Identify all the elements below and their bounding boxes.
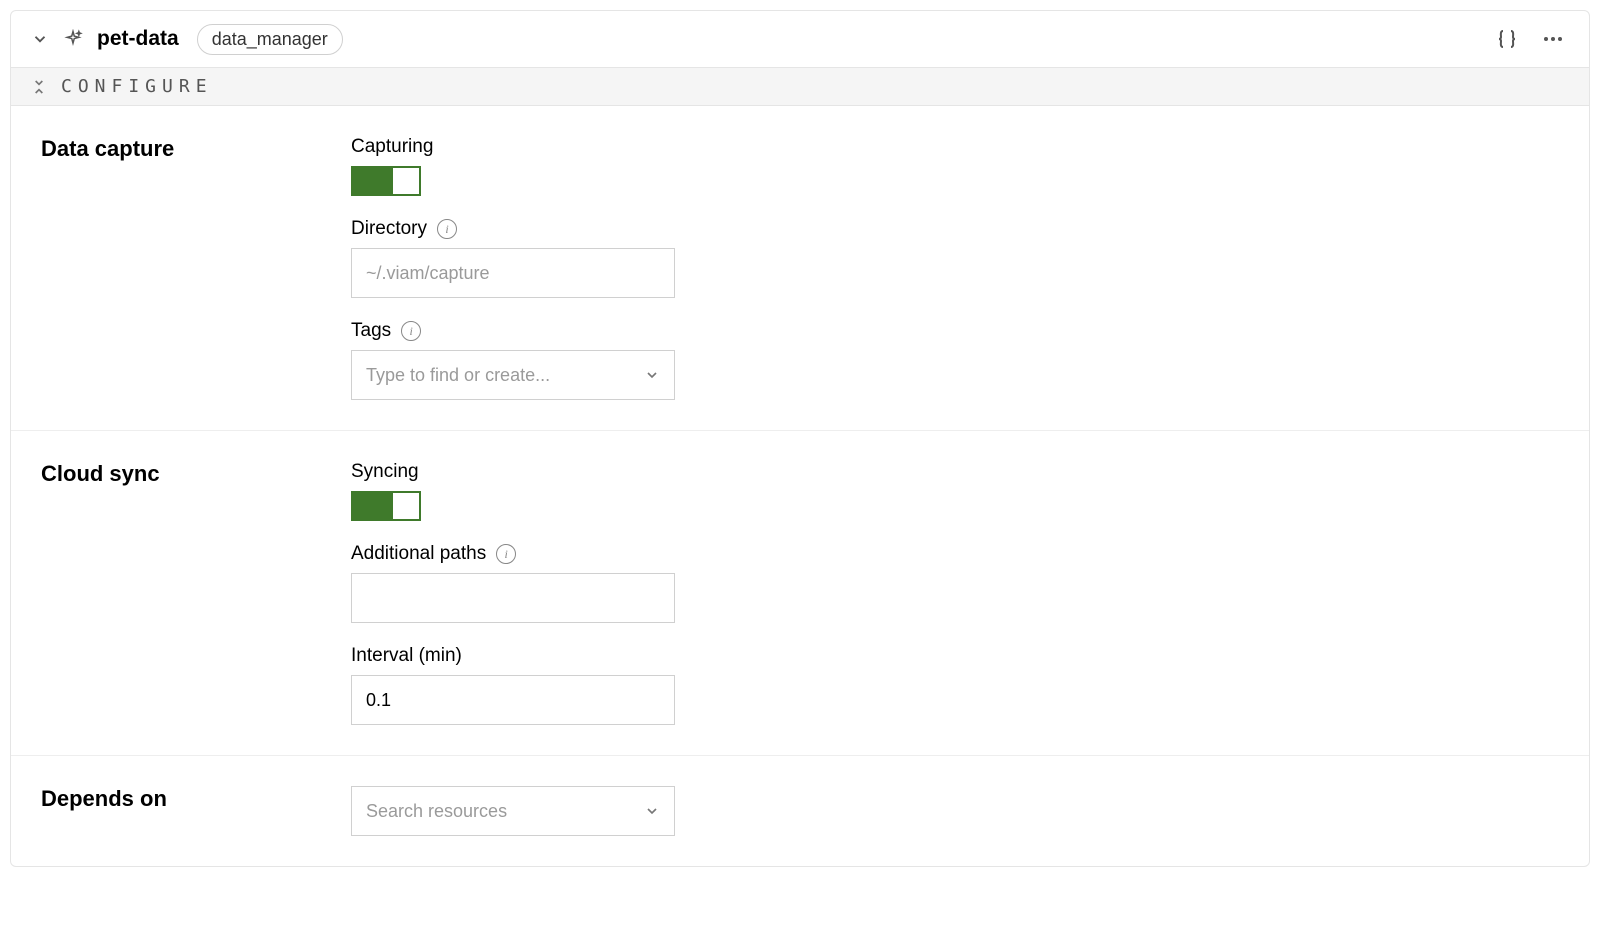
capturing-toggle[interactable] <box>351 166 421 196</box>
service-title: pet-data <box>97 27 179 51</box>
section-data-capture: Data capture Capturing Directory Tags <box>11 106 1589 431</box>
syncing-toggle[interactable] <box>351 491 421 521</box>
tags-placeholder: Type to find or create... <box>366 365 550 386</box>
depends-on-placeholder: Search resources <box>366 801 507 822</box>
sparkle-icon <box>63 29 83 49</box>
more-menu-icon[interactable] <box>1537 23 1569 55</box>
section-title-data-capture: Data capture <box>41 136 351 162</box>
chevron-down-icon <box>644 803 660 819</box>
collapse-chevron-icon[interactable] <box>31 30 49 48</box>
card-header: pet-data data_manager <box>11 11 1589 68</box>
depends-on-select[interactable]: Search resources <box>351 786 675 836</box>
capturing-label: Capturing <box>351 136 433 158</box>
syncing-label: Syncing <box>351 461 419 483</box>
directory-input[interactable] <box>351 248 675 298</box>
info-icon[interactable] <box>496 544 516 564</box>
additional-paths-label: Additional paths <box>351 543 486 565</box>
info-icon[interactable] <box>401 321 421 341</box>
service-card: pet-data data_manager CONFIGURE Data cap… <box>10 10 1590 867</box>
tags-select[interactable]: Type to find or create... <box>351 350 675 400</box>
section-depends-on: Depends on Search resources <box>11 756 1589 866</box>
section-title-cloud-sync: Cloud sync <box>41 461 351 487</box>
tags-label: Tags <box>351 320 391 342</box>
service-type-chip: data_manager <box>197 24 343 55</box>
chevron-down-icon <box>644 367 660 383</box>
collapse-section-icon <box>31 79 47 95</box>
section-cloud-sync: Cloud sync Syncing Additional paths Inte… <box>11 431 1589 756</box>
section-title-depends-on: Depends on <box>41 786 351 812</box>
configure-label: CONFIGURE <box>61 76 213 97</box>
json-view-icon[interactable] <box>1491 23 1523 55</box>
info-icon[interactable] <box>437 219 457 239</box>
configure-bar[interactable]: CONFIGURE <box>11 68 1589 106</box>
interval-label: Interval (min) <box>351 645 462 667</box>
additional-paths-input[interactable] <box>351 573 675 623</box>
directory-label: Directory <box>351 218 427 240</box>
interval-input[interactable] <box>351 675 675 725</box>
